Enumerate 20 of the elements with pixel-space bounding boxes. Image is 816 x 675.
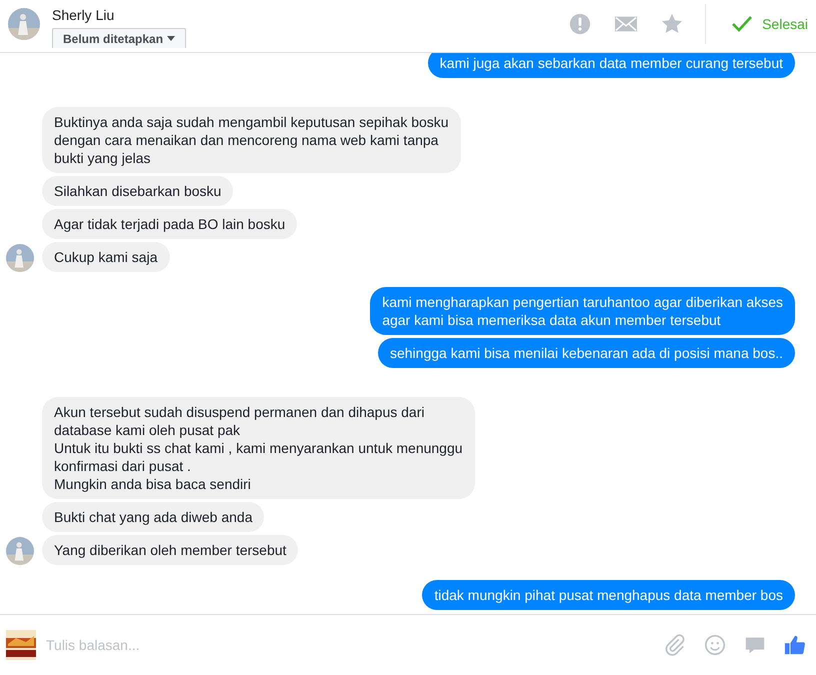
label-dropdown[interactable]: Belum ditetapkan (52, 28, 186, 48)
message-bubble: kami juga akan sebarkan data member curang tersebut (428, 53, 795, 78)
message-bubble: Buktinya anda saja sudah mengambil keputusan sepihak bosku dengan cara menaikan dan mencoreng nama web kami tanpa bukti yang jelas (42, 107, 461, 173)
caret-icon (167, 36, 176, 41)
paperclip-icon[interactable] (664, 634, 686, 656)
smiley-icon[interactable] (704, 634, 726, 656)
message-bubble: Silahkan disebarkan bosku (42, 176, 234, 206)
check-icon (732, 16, 752, 32)
message-bubble: tidak mungkin pihat pusat menghapus data member bos (422, 580, 795, 610)
contact-name: Sherly Liu (52, 7, 116, 24)
message-bubble: Yang diberikan oleh member tersebut (42, 535, 298, 565)
message-bubble: Bukti chat yang ada diweb anda (42, 502, 264, 532)
message-bubble: kami mengharapkan pengertian taruhantoo agar diberikan akses agar kami bisa memeriksa data akun member tersebut (370, 287, 795, 335)
alert-icon[interactable] (569, 13, 592, 35)
thumbs-up-icon[interactable] (784, 634, 806, 656)
message-bubble: Agar tidak terjadi pada BO lain bosku (42, 209, 298, 239)
star-icon[interactable] (661, 13, 684, 35)
message-bubble: Akun tersebut sudah disuspend permanen dan dihapus dari database kami oleh pusat pak Untuk itu bukti ss chat kami , kami menyarankan untuk menunggu konfirmasi dari pusat . Mungkin anda bisa baca sendiri (42, 397, 475, 499)
message-bubble: Cukup kami saja (42, 242, 170, 272)
message-bubble: sehingga kami bisa menilai kebenaran ada di posisi mana bos.. (378, 338, 795, 368)
